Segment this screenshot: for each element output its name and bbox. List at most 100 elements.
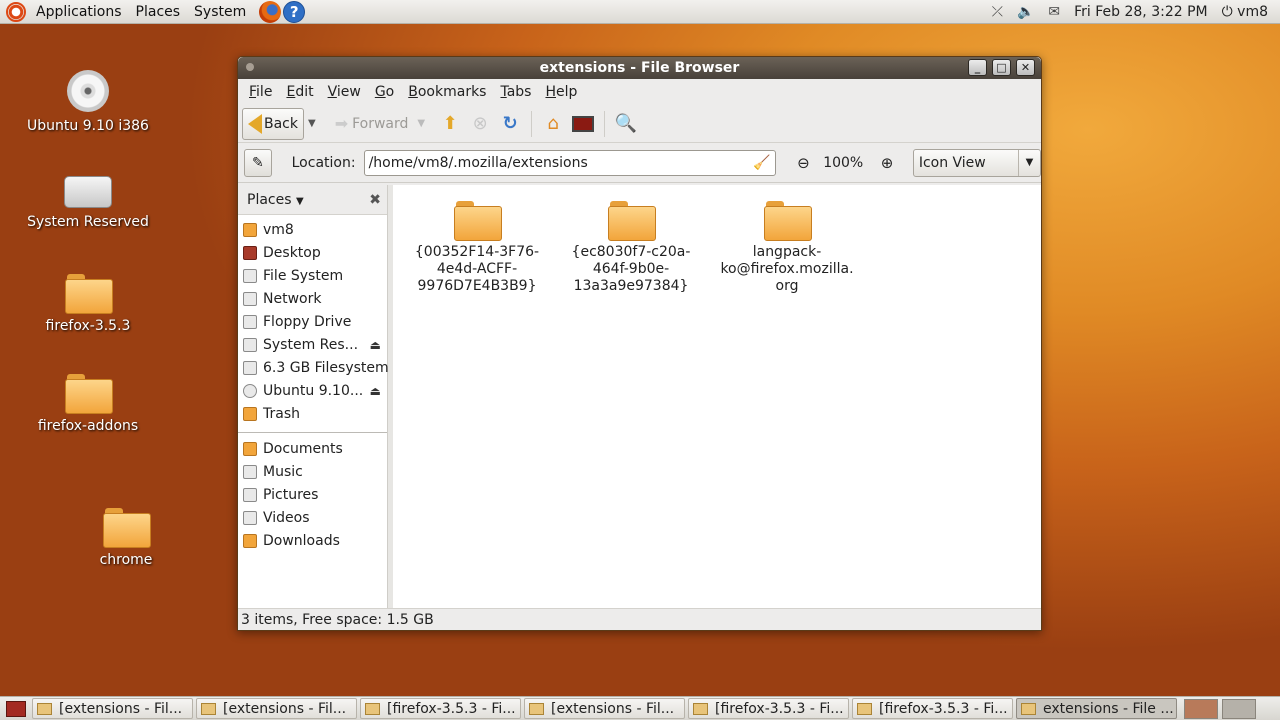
folder-icon xyxy=(529,702,544,715)
toggle-location-button[interactable]: ✎ xyxy=(244,148,272,177)
music-icon xyxy=(243,464,257,479)
zoom-in-icon: ⊕ xyxy=(880,153,894,172)
computer-icon xyxy=(572,115,595,132)
show-desktop-button[interactable] xyxy=(6,700,26,717)
back-history-chevron-icon[interactable]: ▼ xyxy=(304,118,320,129)
taskbar-item-active[interactable]: extensions - File ... xyxy=(1016,698,1177,719)
workspace-1[interactable] xyxy=(1184,698,1218,719)
eject-icon[interactable]: ⏏ xyxy=(370,384,381,398)
menu-file[interactable]: File xyxy=(242,84,279,100)
taskbar-item-label: [firefox-3.5.3 - Fi... xyxy=(387,700,516,717)
applications-menu[interactable]: Applications xyxy=(29,4,129,20)
sidebar-item-floppy[interactable]: Floppy Drive xyxy=(238,310,387,333)
stop-button[interactable]: ⊗ xyxy=(465,109,495,139)
forward-history-chevron-icon[interactable]: ▼ xyxy=(413,118,429,129)
folder-icon xyxy=(65,374,113,414)
taskbar-item[interactable]: [extensions - Fil... xyxy=(32,698,193,719)
zoom-level[interactable]: 100% xyxy=(817,155,869,171)
sidebar-item-videos[interactable]: Videos xyxy=(238,506,387,529)
sidebar-item-system-reserved[interactable]: System Res... ⏏ xyxy=(238,333,387,356)
menu-bookmarks[interactable]: Bookmarks xyxy=(401,84,493,100)
zoom-in-button[interactable]: ⊕ xyxy=(873,154,901,172)
file-item[interactable]: {ec8030f7-c20a- 464f-9b0e- 13a3a9e97384} xyxy=(561,201,701,295)
places-menu[interactable]: Places xyxy=(129,4,188,20)
firefox-icon[interactable] xyxy=(259,0,282,23)
sidebar-item-filesystem-6gb[interactable]: 6.3 GB Filesystem xyxy=(238,356,389,379)
file-item[interactable]: langpack-ko@firefox.mozilla. org xyxy=(717,201,857,295)
desktop-icon xyxy=(243,245,257,260)
minimize-button[interactable]: _ xyxy=(968,59,987,76)
user-menu[interactable]: ⏻ vm8 xyxy=(1222,4,1268,20)
desktop-icon-label: System Reserved xyxy=(27,214,149,230)
taskbar-item[interactable]: [firefox-3.5.3 - Fi... xyxy=(688,698,849,719)
help-icon[interactable]: ? xyxy=(283,0,306,23)
sidebar-item-music[interactable]: Music xyxy=(238,460,387,483)
close-sidebar-icon[interactable]: ✖ xyxy=(369,192,381,208)
eject-icon[interactable]: ⏏ xyxy=(370,338,381,352)
reload-button[interactable]: ↻ xyxy=(495,109,525,139)
file-icon-view[interactable]: {00352F14-3F76- 4e4d-ACFF- 9976D7E4B3B9} {… xyxy=(393,185,1041,608)
mail-icon[interactable]: ✉ xyxy=(1048,4,1060,20)
sidebar-type-select[interactable]: Places ▼ xyxy=(247,192,304,208)
desktop-icon-label: chrome xyxy=(99,552,153,568)
desktop-icon-label: firefox-addons xyxy=(37,418,139,434)
sidebar-item-vm8[interactable]: vm8 xyxy=(238,218,387,241)
menu-tabs[interactable]: Tabs xyxy=(493,84,538,100)
forward-button[interactable]: ➡ Forward xyxy=(330,108,414,140)
folder-icon xyxy=(693,702,708,715)
taskbar-item[interactable]: [firefox-3.5.3 - Fi... xyxy=(360,698,521,719)
sidebar-item-downloads[interactable]: Downloads xyxy=(238,529,387,552)
volume-icon[interactable]: 🔈 xyxy=(1017,4,1034,20)
system-menu[interactable]: System xyxy=(187,4,253,20)
sidebar-item-network[interactable]: Network xyxy=(238,287,387,310)
taskbar-item[interactable]: [extensions - Fil... xyxy=(524,698,685,719)
sidebar-item-ubuntu-cd[interactable]: Ubuntu 9.10... ⏏ xyxy=(238,379,387,402)
ubuntu-logo-icon[interactable] xyxy=(6,1,26,22)
file-item[interactable]: {00352F14-3F76- 4e4d-ACFF- 9976D7E4B3B9} xyxy=(407,201,547,295)
maximize-icon: □ xyxy=(996,61,1007,74)
sidebar-item-label: Desktop xyxy=(263,244,321,261)
desktop-icon-chrome[interactable]: chrome xyxy=(56,508,196,568)
clock[interactable]: Fri Feb 28, 3:22 PM xyxy=(1074,4,1208,20)
desktop-icon-firefox-addons[interactable]: firefox-addons xyxy=(18,374,158,434)
close-button[interactable]: ✕ xyxy=(1016,59,1035,76)
menu-help[interactable]: Help xyxy=(538,84,584,100)
sidebar-item-desktop[interactable]: Desktop xyxy=(238,241,387,264)
taskbar-item[interactable]: [firefox-3.5.3 - Fi... xyxy=(852,698,1013,719)
clear-broom-icon[interactable]: 🧹 xyxy=(753,155,770,171)
sidebar-header-label: Places xyxy=(247,191,292,208)
sidebar-item-trash[interactable]: Trash xyxy=(238,402,387,425)
desktop-icon-ubuntu-cd[interactable]: Ubuntu 9.10 i386 xyxy=(18,70,158,134)
up-button[interactable]: ⬆ xyxy=(435,109,465,139)
menu-edit[interactable]: Edit xyxy=(279,84,320,100)
sidebar-item-documents[interactable]: Documents xyxy=(238,437,387,460)
taskbar-item[interactable]: [extensions - Fil... xyxy=(196,698,357,719)
window-menu-icon[interactable] xyxy=(246,63,254,71)
menu-view[interactable]: View xyxy=(321,84,368,100)
menu-go[interactable]: Go xyxy=(368,84,401,100)
folder-icon xyxy=(243,441,257,456)
desktop-icon-firefox-353[interactable]: firefox-3.5.3 xyxy=(18,274,158,334)
sidebar-item-file-system[interactable]: File System xyxy=(238,264,387,287)
home-button[interactable]: ⌂ xyxy=(538,109,568,139)
sidebar-item-label: Ubuntu 9.10... xyxy=(263,382,364,399)
network-icon[interactable]: ⤫ xyxy=(992,4,1003,20)
status-bar: 3 items, Free space: 1.5 GB xyxy=(238,608,1041,630)
location-input[interactable]: /home/vm8/.mozilla/extensions 🧹 xyxy=(363,149,776,176)
chevron-down-icon: ▼ xyxy=(1018,149,1040,176)
folder-icon xyxy=(365,702,380,715)
desktop-icon-system-reserved[interactable]: System Reserved xyxy=(18,176,158,230)
search-button[interactable]: 🔍 xyxy=(611,109,641,139)
maximize-button[interactable]: □ xyxy=(992,59,1011,76)
window-titlebar[interactable]: extensions - File Browser _ □ ✕ xyxy=(238,57,1041,79)
computer-button[interactable] xyxy=(568,109,598,139)
back-button[interactable]: Back xyxy=(242,107,304,140)
zoom-out-button[interactable]: ⊖ xyxy=(790,154,818,172)
sidebar-item-pictures[interactable]: Pictures xyxy=(238,483,387,506)
power-icon: ⏻ xyxy=(1221,3,1233,20)
workspace-2[interactable] xyxy=(1222,698,1256,719)
view-mode-select[interactable]: Icon View ▼ xyxy=(912,148,1042,177)
sidebar-divider xyxy=(238,427,387,433)
trash-icon xyxy=(243,406,257,421)
file-browser-window: extensions - File Browser _ □ ✕ File Edi… xyxy=(237,56,1042,631)
